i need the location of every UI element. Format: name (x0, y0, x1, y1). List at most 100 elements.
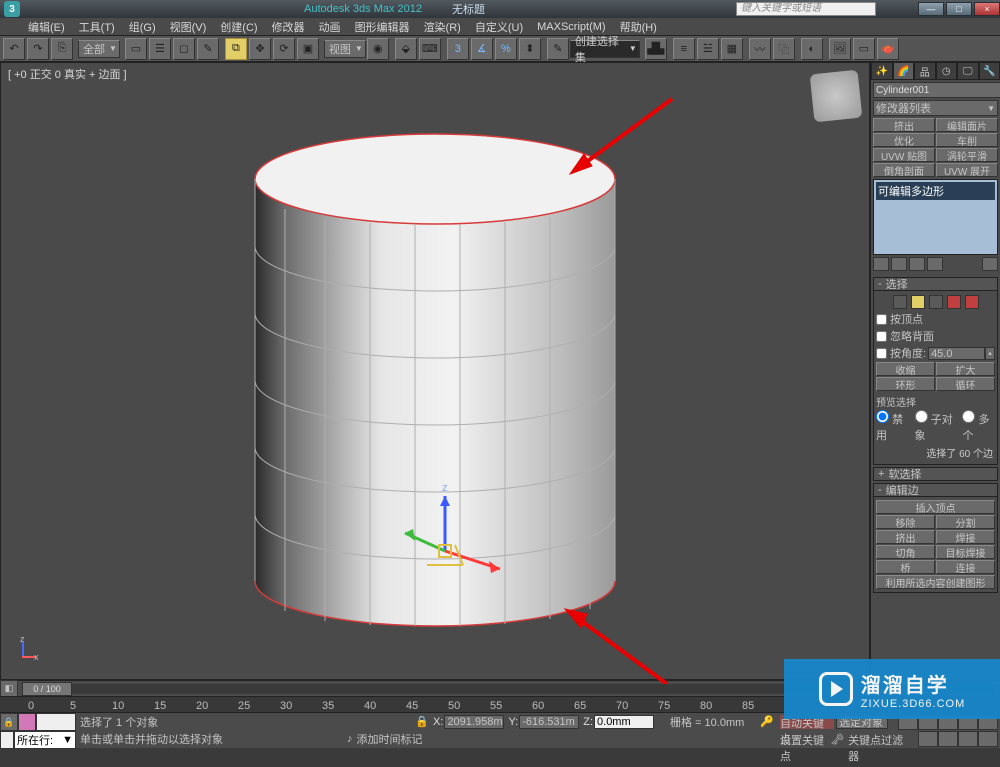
render-button[interactable]: 🫖 (877, 38, 899, 60)
menu-tools[interactable]: 工具(T) (79, 19, 115, 35)
manip-button[interactable]: ⬙ (395, 38, 417, 60)
menu-edit[interactable]: 编辑(E) (28, 19, 65, 35)
create-tab-icon[interactable]: ✨ (871, 62, 893, 80)
material-editor-button[interactable]: ◐ (801, 38, 823, 60)
menu-customize[interactable]: 自定义(U) (475, 19, 523, 35)
btn-optimize[interactable]: 优化 (873, 133, 935, 147)
btn-meshsmooth[interactable]: 倒角剖面 (873, 163, 935, 177)
object-name-input[interactable] (873, 82, 1000, 98)
so-vertex-icon[interactable] (893, 295, 907, 309)
btn-uvwunwrap[interactable]: UVW 展开 (936, 163, 998, 177)
viewport-label[interactable]: [ +0 正交 0 真实 + 边面 ] (8, 66, 127, 82)
unique-icon[interactable] (909, 257, 925, 271)
script-listener-icon[interactable] (18, 713, 36, 731)
bridge-button[interactable]: 桥 (876, 560, 935, 574)
angle-snap-button[interactable]: ∡ (471, 38, 493, 60)
redo-button[interactable]: ↷ (27, 38, 49, 60)
spinner-snap-button[interactable]: ⬍ (519, 38, 541, 60)
remove-mod-icon[interactable] (927, 257, 943, 271)
align-button[interactable]: ≡ (673, 38, 695, 60)
help-search-input[interactable]: 键入关键字或短语 (736, 2, 876, 16)
nav-zoom-button[interactable] (938, 731, 958, 747)
pivot-button[interactable]: ◉ (367, 38, 389, 60)
minimize-button[interactable]: — (918, 2, 944, 16)
ignore-backface-checkbox[interactable]: 忽略背面 (876, 328, 995, 344)
curve-editor-button[interactable]: 〰 (749, 38, 771, 60)
time-config-icon[interactable]: ◧ (0, 680, 18, 698)
btn-extrude[interactable]: 挤出 (873, 118, 935, 132)
select-button[interactable]: ▭ (125, 38, 147, 60)
ref-coord-dropdown[interactable]: 视图▼ (324, 40, 366, 58)
schematic-button[interactable]: ⿻ (773, 38, 795, 60)
display-tab-icon[interactable]: 🖵 (957, 62, 979, 80)
split-button[interactable]: 分割 (936, 515, 995, 529)
by-angle-checkbox[interactable] (876, 348, 887, 359)
viewport[interactable]: [ +0 正交 0 真实 + 边面 ] (0, 62, 870, 680)
create-shape-button[interactable]: 利用所选内容创建图形 (876, 575, 995, 589)
key-icon[interactable]: 🔑 (760, 715, 774, 728)
extrude-edge-button[interactable]: 挤出 (876, 530, 935, 544)
remove-button[interactable]: 移除 (876, 515, 935, 529)
named-selset-dropdown[interactable]: 创建选择集▼ (570, 40, 640, 58)
ribbon-button[interactable]: ▦ (721, 38, 743, 60)
modifier-list-dropdown[interactable]: 修改器列表▼ (873, 100, 998, 116)
menu-graph[interactable]: 图形编辑器 (355, 19, 410, 35)
ring-button[interactable]: 环形 (876, 377, 935, 391)
window-crossing-button[interactable]: ⧉ (225, 38, 247, 60)
preview-disable-radio[interactable]: 禁用 (876, 410, 909, 443)
location-dropdown[interactable]: 所在行:▼ (14, 731, 76, 749)
menu-group[interactable]: 组(G) (129, 19, 156, 35)
render-setup-button[interactable]: 🖼 (829, 38, 851, 60)
motion-tab-icon[interactable]: ◷ (936, 62, 958, 80)
chamfer-button[interactable]: 切角 (876, 545, 935, 559)
mirror-button[interactable]: ▟▙ (645, 38, 667, 60)
btn-editpatch[interactable]: 编辑面片 (936, 118, 998, 132)
paint-select-button[interactable]: ✎ (197, 38, 219, 60)
by-vertex-checkbox[interactable]: 按顶点 (876, 311, 995, 327)
menu-view[interactable]: 视图(V) (170, 19, 207, 35)
add-time-tag[interactable]: 添加时间标记 (357, 731, 423, 747)
mini-listener-1[interactable] (36, 713, 76, 731)
menu-modifiers[interactable]: 修改器 (272, 19, 305, 35)
btn-turbosmooth[interactable]: 涡轮平滑 (936, 148, 998, 162)
undo-button[interactable]: ↶ (3, 38, 25, 60)
pin-stack-icon[interactable] (873, 257, 889, 271)
so-polygon-icon[interactable] (947, 295, 961, 309)
rollout-editedge-header[interactable]: -编辑边 (873, 483, 998, 497)
menu-maxscript[interactable]: MAXScript(M) (537, 21, 605, 33)
keyfilter-button[interactable]: 关键点过滤器 (848, 732, 908, 746)
snap-button[interactable]: 3 (447, 38, 469, 60)
menu-animation[interactable]: 动画 (319, 19, 341, 35)
mod-stack-item[interactable]: 可编辑多边形 (876, 182, 995, 200)
nav-pan-button[interactable] (918, 731, 938, 747)
loop-button[interactable]: 循环 (936, 377, 995, 391)
percent-snap-button[interactable]: % (495, 38, 517, 60)
so-border-icon[interactable] (929, 295, 943, 309)
configure-icon[interactable] (982, 257, 998, 271)
grow-button[interactable]: 扩大 (936, 362, 995, 376)
move-button[interactable]: ✥ (249, 38, 271, 60)
so-edge-icon[interactable] (911, 295, 925, 309)
connect-button[interactable]: 连接 (936, 560, 995, 574)
filter-dropdown[interactable]: 全部▼ (78, 40, 120, 58)
rollout-softsel-header[interactable]: +软选择 (873, 467, 998, 481)
shrink-button[interactable]: 收缩 (876, 362, 935, 376)
btn-uvwmap[interactable]: UVW 贴图 (873, 148, 935, 162)
modifier-stack[interactable]: 可编辑多边形 (873, 179, 998, 255)
nav-max-button[interactable] (978, 731, 998, 747)
menu-render[interactable]: 渲染(R) (424, 19, 461, 35)
nav-orbit-button[interactable] (958, 731, 978, 747)
show-end-icon[interactable] (891, 257, 907, 271)
target-weld-button[interactable]: 目标焊接 (936, 545, 995, 559)
mini-listener-2[interactable] (0, 731, 14, 749)
time-slider-thumb[interactable]: 0 / 100 (22, 682, 72, 696)
edit-selset-button[interactable]: ✎ (547, 38, 569, 60)
coord-x[interactable]: 2091.958m (444, 715, 504, 729)
rotate-button[interactable]: ⟳ (273, 38, 295, 60)
coord-z[interactable]: 0.0mm (594, 715, 654, 729)
rect-select-button[interactable]: ◻ (173, 38, 195, 60)
render-frame-button[interactable]: ▭ (853, 38, 875, 60)
hierarchy-tab-icon[interactable]: 品 (914, 62, 936, 80)
key-big-icon[interactable]: 🗝 (830, 733, 844, 746)
select-name-button[interactable]: ☰ (149, 38, 171, 60)
